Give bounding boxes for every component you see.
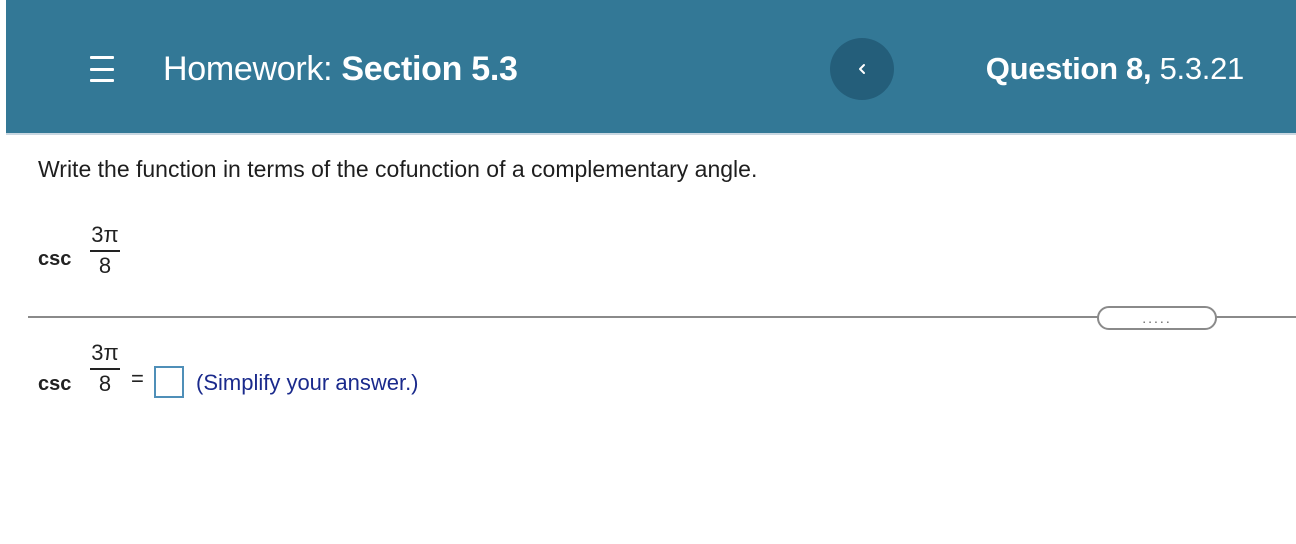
given-fraction-bar	[90, 250, 120, 252]
answer-denominator: 8	[98, 371, 112, 396]
answer-fraction: 3π 8	[90, 341, 120, 396]
homework-section: Section 5.3	[341, 50, 518, 88]
given-function: csc	[38, 248, 72, 270]
question-label: Question 8,	[985, 51, 1152, 86]
homework-title: Homework: Section 5.3	[163, 50, 518, 89]
given-numerator: 3π	[91, 222, 119, 247]
question-instruction: Write the function in terms of the cofun…	[38, 156, 758, 182]
given-fraction: 3π 8	[90, 223, 120, 278]
answer-fraction-bar	[90, 368, 120, 370]
answer-function: csc	[38, 373, 72, 395]
answer-numerator: 3π	[91, 340, 119, 365]
hamburger-menu-icon[interactable]	[90, 56, 114, 82]
question-number: 5.3.21	[1159, 51, 1245, 86]
more-options-button[interactable]: .....	[1097, 306, 1217, 330]
equals-sign: =	[131, 366, 144, 391]
previous-question-button[interactable]	[830, 38, 894, 100]
answer-input[interactable]	[154, 366, 184, 398]
given-denominator: 8	[98, 253, 112, 278]
question-title: Question 8, 5.3.21	[985, 51, 1245, 87]
chevron-left-icon	[859, 64, 865, 74]
header-bar: Homework: Section 5.3 Question 8, 5.3.21	[6, 0, 1296, 135]
simplify-hint: (Simplify your answer.)	[196, 370, 419, 395]
homework-title-prefix: Homework:	[163, 50, 333, 88]
